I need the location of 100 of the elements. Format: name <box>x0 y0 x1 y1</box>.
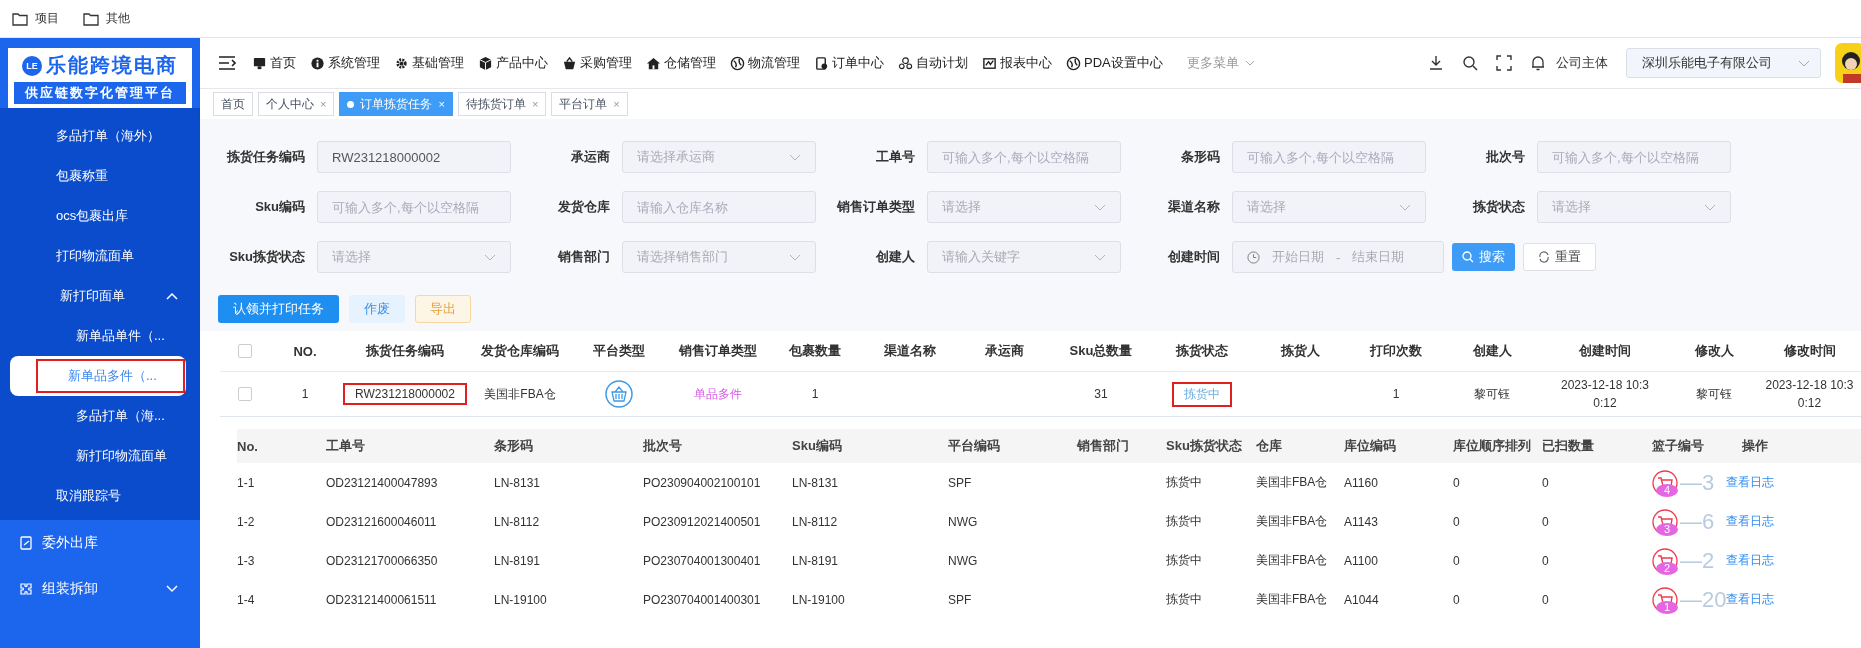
table-cell-text: OD23121600046011 <box>326 514 438 529</box>
input-field[interactable]: 可输入多个,每个以空格隔 <box>317 191 511 223</box>
sidebar-item[interactable]: 新打印面单 <box>0 276 200 316</box>
download-icon[interactable] <box>1428 55 1444 71</box>
sidebar-section[interactable]: 组装拆卸 <box>0 566 200 612</box>
column-header: 平台编码 <box>948 437 1001 455</box>
table-cell: RW231218000002 <box>343 383 467 405</box>
company-label: 公司主体 <box>1556 54 1608 72</box>
view-log-link[interactable]: 查看日志 <box>1726 552 1774 569</box>
sidebar-item[interactable]: 多品打单（海... <box>0 396 200 436</box>
table-cell-text: 1 <box>1391 387 1401 401</box>
view-log-link[interactable]: 查看日志 <box>1726 591 1774 608</box>
sidebar-item[interactable]: 新单品多件（... <box>10 356 186 396</box>
nav-item[interactable]: 自动计划 <box>898 54 968 72</box>
nav-item[interactable]: 订单中心 <box>814 54 884 72</box>
input-field[interactable]: 可输入多个,每个以空格隔 <box>1232 141 1426 173</box>
column-header: 打印次数 <box>1368 342 1423 360</box>
table-cell-text: 1-2 <box>237 514 256 529</box>
table-cell-text: A1160 <box>1344 475 1379 490</box>
table-cell-text: 拣货中 <box>1166 552 1203 569</box>
page-tab[interactable]: 待拣货订单 × <box>457 92 547 116</box>
checkbox[interactable] <box>238 387 252 401</box>
input-field[interactable]: 请输入仓库名称 <box>622 191 816 223</box>
page-tab[interactable]: 首页 <box>213 92 253 116</box>
sidebar-section[interactable]: 委外出库 <box>0 520 200 566</box>
sidebar-item[interactable]: 新单品单件（... <box>0 316 200 356</box>
nav-item[interactable]: 首页 <box>252 54 296 72</box>
nav-item[interactable]: 仓储管理 <box>646 54 716 72</box>
column-header: 已扫数量 <box>1542 437 1595 455</box>
column-header: 拣货人 <box>1279 342 1321 360</box>
cube-icon <box>478 55 493 71</box>
gear-icon <box>394 55 409 71</box>
column-header: No. <box>237 438 259 454</box>
input-field[interactable]: RW231218000002 <box>317 141 511 173</box>
globe-icon <box>730 55 745 71</box>
table-cell-text: 2023-12-18 10:30:12 <box>1559 377 1651 412</box>
column-header: 平台类型 <box>592 342 646 360</box>
company-select[interactable]: 深圳乐能电子有限公司 <box>1626 48 1821 78</box>
table-cell-text: 单品多件 <box>693 385 743 403</box>
column-header: Sku拣货状态 <box>1166 437 1243 455</box>
nav-item[interactable]: 产品中心 <box>478 54 548 72</box>
bookmark-link[interactable]: 其他 <box>106 10 130 27</box>
nav-item[interactable]: 采购管理 <box>562 54 632 72</box>
chevron-icon <box>1094 203 1106 211</box>
basket-code: —3 <box>1680 469 1715 496</box>
table-cell-text: PO230904002100101 <box>643 475 762 490</box>
table-cell-text: 0 <box>1453 475 1461 490</box>
field-label: 发货仓库 <box>557 198 610 216</box>
table-cell-text: LN-8112 <box>494 514 541 529</box>
column-header: 创建人 <box>1471 342 1513 360</box>
table-cell-text: 美国非FBA仓 <box>1256 474 1329 491</box>
column-header: 包裹数量 <box>788 342 842 360</box>
avatar[interactable] <box>1835 43 1861 83</box>
sidebar-item[interactable]: ocs包裹出库 <box>0 196 200 236</box>
table-cell-text: 1-3 <box>237 553 256 568</box>
reset-button[interactable]: 重置 <box>1523 243 1596 271</box>
input-field[interactable]: 可输入多个,每个以空格隔 <box>927 141 1121 173</box>
column-header: 工单号 <box>326 437 366 455</box>
checkbox[interactable] <box>238 344 252 358</box>
nav-item[interactable]: 物流管理 <box>730 54 800 72</box>
column-header: 操作 <box>1742 437 1769 455</box>
table-cell-text: PO230704001300401 <box>643 553 762 568</box>
sidebar-item[interactable]: 打印物流面单 <box>0 236 200 276</box>
chevron-icon <box>789 253 801 261</box>
sidebar-item[interactable]: 多品打单（海外） <box>0 116 200 156</box>
table-cell-text: 0 <box>1542 475 1550 490</box>
column-header: 修改时间 <box>1782 342 1837 360</box>
table-cell-text: 拣货中 <box>1166 591 1203 608</box>
page-tab[interactable]: 平台订单 × <box>551 92 628 116</box>
column-header: 仓库 <box>1256 437 1283 455</box>
nav-item[interactable]: 报表中心 <box>982 54 1052 72</box>
chevron-icon <box>1399 203 1411 211</box>
field-label: 拣货状态 <box>1471 198 1525 216</box>
page-tab[interactable]: 个人中心 × <box>258 92 335 116</box>
table-cell-text: 拣货中 <box>1166 513 1203 530</box>
view-log-link[interactable]: 查看日志 <box>1726 513 1774 530</box>
sidebar-item[interactable]: 包裹称重 <box>0 156 200 196</box>
table-cell-text: 0 <box>1542 553 1550 568</box>
search-icon[interactable] <box>1462 55 1478 71</box>
table-cell-text: 美国非FBA仓 <box>1256 513 1329 530</box>
table-cell-text: 0 <box>1453 553 1461 568</box>
chart-icon <box>982 55 997 71</box>
table-cell-text: 美国非FBA仓 <box>1256 591 1329 608</box>
sidebar-item[interactable]: 新打印物流面单 <box>0 436 200 476</box>
table-cell-text: SPF <box>948 475 973 490</box>
sidebar-item[interactable]: 取消跟踪号 <box>0 476 200 516</box>
field-label: 销售订单类型 <box>835 198 915 216</box>
field-label: 创建时间 <box>1167 248 1220 266</box>
input-field[interactable]: 可输入多个,每个以空格隔 <box>1537 141 1731 173</box>
menu-icon[interactable] <box>218 56 236 70</box>
nav-item[interactable]: 基础管理 <box>394 54 464 72</box>
fullscreen-icon[interactable] <box>1496 55 1512 71</box>
document-icon <box>18 535 34 551</box>
bell-icon[interactable] <box>1530 55 1546 71</box>
puzzle-icon <box>18 581 34 597</box>
view-log-link[interactable]: 查看日志 <box>1726 474 1774 491</box>
bookmark-link[interactable]: 项目 <box>35 10 59 27</box>
field-label: 工单号 <box>875 148 915 166</box>
nav-item[interactable]: PDA设置中心 <box>1066 54 1163 72</box>
nav-item[interactable]: 系统管理 <box>310 54 380 72</box>
